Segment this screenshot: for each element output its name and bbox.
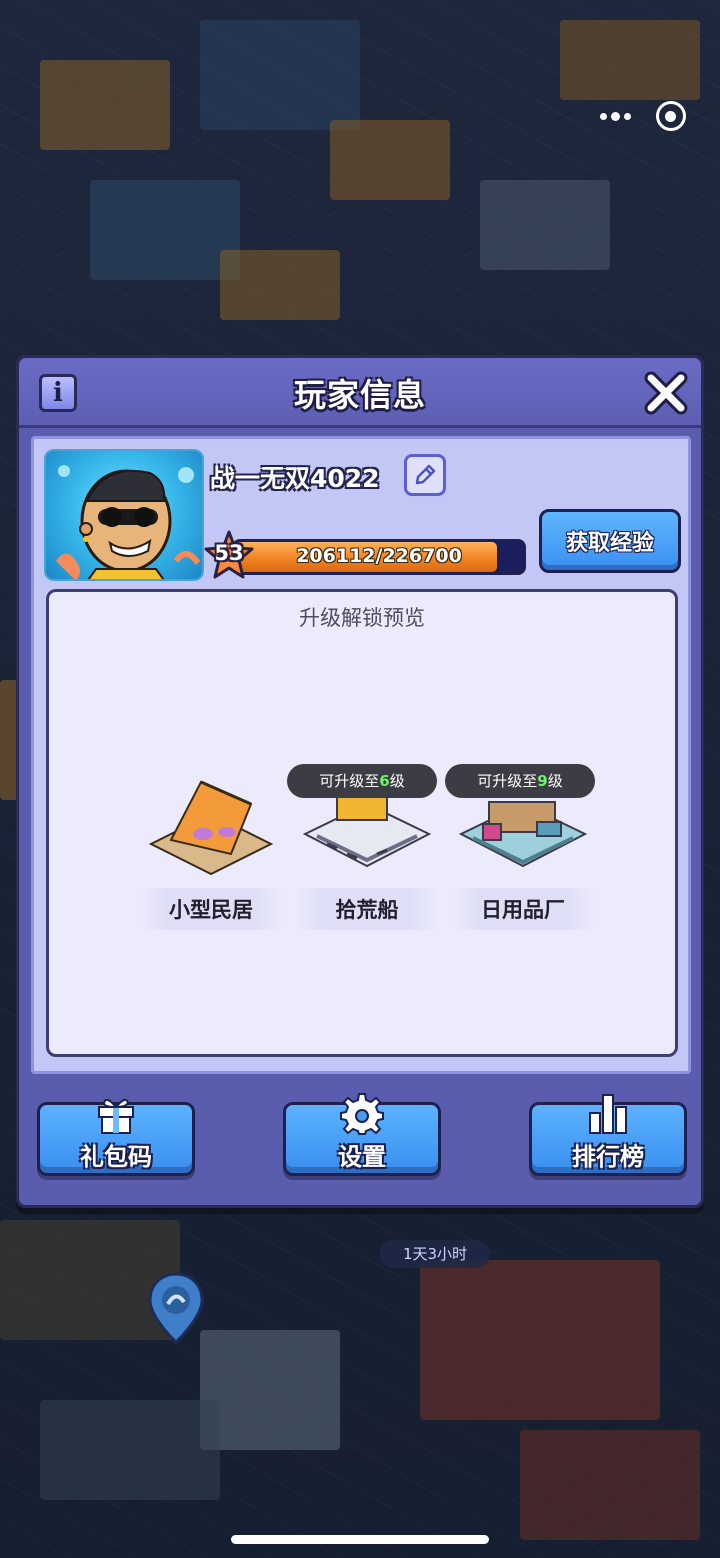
map-pin-icon[interactable] [146, 1272, 206, 1346]
gift-code-label: 礼包码 [80, 1143, 152, 1171]
dialog-header: i 玩家信息 [19, 358, 701, 428]
gift-icon [98, 1098, 134, 1134]
player-panel: 战一无双4022 206112/226700 53 获取经验 升级解锁预览 小型… [31, 436, 691, 1074]
leaderboard-button[interactable]: 排行榜 [529, 1094, 687, 1176]
building-small-house[interactable]: 小型民居 [139, 764, 283, 934]
more-icon[interactable] [600, 111, 632, 121]
small-house-image [148, 780, 274, 876]
gift-code-button[interactable]: 礼包码 [37, 1098, 195, 1176]
get-xp-button[interactable]: 获取经验 [539, 509, 681, 573]
preview-title: 升级解锁预览 [299, 606, 425, 630]
building-name: 小型民居 [169, 898, 253, 922]
gear-icon [340, 1093, 384, 1135]
close-icon [644, 371, 688, 415]
world-timer-chip: 1天3小时 [380, 1240, 490, 1268]
edit-name-button[interactable] [404, 454, 446, 496]
avatar[interactable] [44, 449, 204, 581]
close-program-icon[interactable] [655, 101, 686, 131]
settings-label: 设置 [338, 1143, 386, 1171]
bar-chart-icon [589, 1094, 627, 1134]
home-indicator[interactable] [231, 1535, 489, 1544]
building-name: 拾荒船 [335, 898, 399, 922]
edit-pencil-icon [415, 464, 436, 485]
close-button[interactable] [641, 368, 691, 418]
player-name: 战一无双4022 [210, 464, 380, 493]
xp-text: 206112/226700 [296, 545, 462, 567]
settings-button[interactable]: 设置 [283, 1093, 441, 1176]
upgrade-preview: 升级解锁预览 小型民居 拾荒船 可升级至6级 日用品厂 可升级至9级 [46, 589, 678, 1057]
dialog-title: 玩家信息 [293, 376, 426, 414]
xp-progress-bar: 206112/226700 [232, 539, 526, 575]
upgrade-badge: 可升级至9级 [445, 764, 595, 798]
player-level: 53 [214, 541, 244, 565]
upgrade-badge: 可升级至6级 [287, 764, 437, 798]
player-info-dialog: i 玩家信息 战一无双4022 206112/226700 53 获取经验 升级… [16, 355, 704, 1208]
mini-program-capsule [588, 92, 698, 140]
building-name: 日用品厂 [481, 898, 565, 922]
leaderboard-label: 排行榜 [572, 1143, 644, 1171]
